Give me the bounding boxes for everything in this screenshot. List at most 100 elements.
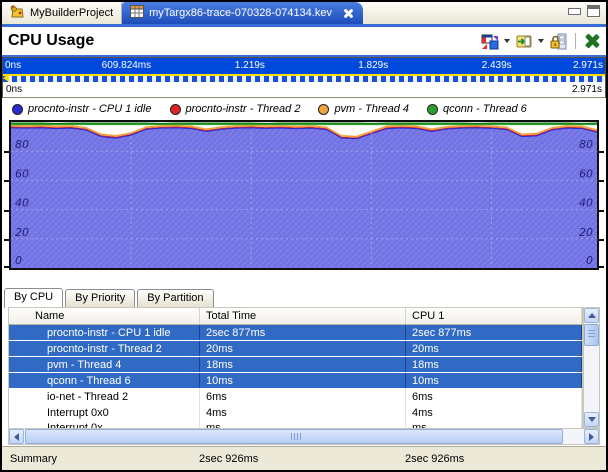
vertical-scrollbar[interactable] <box>583 307 600 428</box>
switch-pane-icon[interactable] <box>515 33 533 50</box>
table-cell: procnto-instr - Thread 2 <box>9 341 200 356</box>
svg-text:60: 60 <box>579 167 593 180</box>
timeline-tick: 0ns <box>5 60 21 71</box>
timeline-tick: 609.824ms <box>102 60 151 71</box>
table-row[interactable]: procnto-instr - CPU 1 idle2sec 877ms2sec… <box>9 325 582 341</box>
column-header-name[interactable]: Name <box>9 308 200 324</box>
timeline-tick: 2.439s <box>482 60 512 71</box>
stats-tabs: By CPUBy PriorityBy Partition <box>2 286 606 307</box>
tab-label: myTargx86-trace-070328-074134.kev <box>149 7 332 19</box>
builder-project-icon <box>10 5 25 22</box>
column-header-cpu1[interactable]: CPU 1 <box>406 308 582 324</box>
table-cell: io-net - Thread 2 <box>9 389 200 405</box>
column-header-total-time[interactable]: Total Time <box>200 308 406 324</box>
table-cell: Interrupt 0x <box>9 421 200 428</box>
svg-text:60: 60 <box>15 167 29 180</box>
axis-tick-mark <box>599 239 604 241</box>
lock-columns-icon[interactable] <box>549 33 567 50</box>
svg-text:80: 80 <box>15 138 29 151</box>
chevron-down-icon[interactable] <box>538 39 544 43</box>
legend-dot-icon <box>12 104 23 115</box>
scroll-right-icon[interactable] <box>584 429 599 444</box>
tab-by-cpu[interactable]: By CPU <box>4 288 63 308</box>
view-header: CPU Usage <box>2 27 606 57</box>
table-cell: 20ms <box>200 341 406 356</box>
view-toolbar <box>481 33 600 50</box>
table-cell: 2sec 877ms <box>200 325 406 340</box>
table-cell: 4ms <box>200 405 406 421</box>
horizontal-scrollbar[interactable] <box>8 428 600 445</box>
tab-by-priority[interactable]: By Priority <box>65 289 135 307</box>
axis-tick-mark <box>4 151 9 153</box>
minimize-view-icon[interactable] <box>567 5 581 16</box>
svg-text:0: 0 <box>15 254 22 267</box>
timeline-tick: 1.829s <box>358 60 388 71</box>
tab-mybuilderproject[interactable]: MyBuilderProject <box>2 2 122 24</box>
timeline-block: 0ns609.824ms1.219s1.829s2.439s2.971s 0ns… <box>2 57 606 98</box>
axis-tick-mark <box>599 210 604 212</box>
legend-label: pvm - Thread 4 <box>334 103 409 115</box>
svg-text:20: 20 <box>15 226 29 239</box>
timeline-tick: 2.971s <box>573 60 603 71</box>
summary-cpu1: 2sec 926ms <box>399 453 606 465</box>
legend-dot-icon <box>170 104 181 115</box>
scroll-left-icon[interactable] <box>9 429 24 444</box>
axis-tick-mark <box>4 180 9 182</box>
editor-tabbar: MyBuilderProject myTargx86-trace-070328-… <box>2 2 606 27</box>
cpu-colors-icon[interactable] <box>481 33 499 50</box>
vertical-scroll-thumb[interactable] <box>584 324 599 346</box>
cpu-table: Name Total Time CPU 1 procnto-instr - CP… <box>8 307 600 445</box>
table-cell: ms <box>406 421 582 428</box>
close-view-icon[interactable] <box>584 33 600 49</box>
legend-label: qconn - Thread 6 <box>443 103 527 115</box>
table-row[interactable]: pvm - Thread 418ms18ms <box>9 357 582 373</box>
timeline-selection[interactable] <box>3 74 605 82</box>
table-cell: 6ms <box>200 389 406 405</box>
axis-tick-mark <box>599 266 604 268</box>
legend-item: qconn - Thread 6 <box>427 103 527 115</box>
table-cell: procnto-instr - CPU 1 idle <box>9 325 200 340</box>
page-title: CPU Usage <box>8 32 94 50</box>
chevron-down-icon[interactable] <box>504 39 510 43</box>
summary-label: Summary <box>2 453 193 465</box>
axis-tick-mark <box>4 239 9 241</box>
table-cell: 18ms <box>200 357 406 372</box>
tab-trace-file[interactable]: myTargx86-trace-070328-074134.kev <box>122 2 363 24</box>
toolbar-separator <box>575 33 576 49</box>
legend-dot-icon <box>318 104 329 115</box>
legend-item: procnto-instr - Thread 2 <box>170 103 301 115</box>
table-cell: 10ms <box>200 373 406 388</box>
table-cell: 4ms <box>406 405 582 421</box>
table-cell: pvm - Thread 4 <box>9 357 200 372</box>
table-body: procnto-instr - CPU 1 idle2sec 877ms2sec… <box>8 325 583 428</box>
tab-label: MyBuilderProject <box>30 7 113 19</box>
axis-tick-mark <box>4 266 9 268</box>
table-cell: 6ms <box>406 389 582 405</box>
table-row[interactable]: procnto-instr - Thread 220ms20ms <box>9 341 582 357</box>
svg-text:20: 20 <box>579 226 593 239</box>
maximize-view-icon[interactable] <box>587 5 600 17</box>
axis-tick-mark <box>4 210 9 212</box>
trace-grid-icon <box>130 5 144 21</box>
tab-by-partition[interactable]: By Partition <box>137 289 213 307</box>
selection-left-arrow-icon[interactable] <box>3 74 9 82</box>
table-header: Name Total Time CPU 1 <box>8 307 583 325</box>
table-row[interactable]: Interrupt 0xmsms <box>9 421 582 428</box>
chart-legend: procnto-instr - CPU 1 idle procnto-instr … <box>2 98 606 120</box>
cpu-usage-view: MyBuilderProject myTargx86-trace-070328-… <box>0 0 608 472</box>
svg-text:0: 0 <box>586 254 593 267</box>
table-row[interactable]: qconn - Thread 610ms10ms <box>9 373 582 389</box>
timeline-ruler[interactable]: 0ns609.824ms1.219s1.829s2.439s2.971s <box>3 58 605 74</box>
table-cell: 10ms <box>406 373 582 388</box>
svg-text:40: 40 <box>15 197 29 210</box>
close-tab-icon[interactable] <box>341 6 355 20</box>
table-cell: ms <box>200 421 406 428</box>
table-row[interactable]: Interrupt 0x04ms4ms <box>9 405 582 421</box>
table-cell: qconn - Thread 6 <box>9 373 200 388</box>
horizontal-scroll-thumb[interactable] <box>25 429 563 444</box>
scroll-up-icon[interactable] <box>584 308 599 323</box>
cpu-usage-chart[interactable]: 002020404060608080 <box>9 120 599 270</box>
legend-item: procnto-instr - CPU 1 idle <box>12 103 152 115</box>
scroll-down-icon[interactable] <box>584 412 599 427</box>
table-row[interactable]: io-net - Thread 26ms6ms <box>9 389 582 405</box>
